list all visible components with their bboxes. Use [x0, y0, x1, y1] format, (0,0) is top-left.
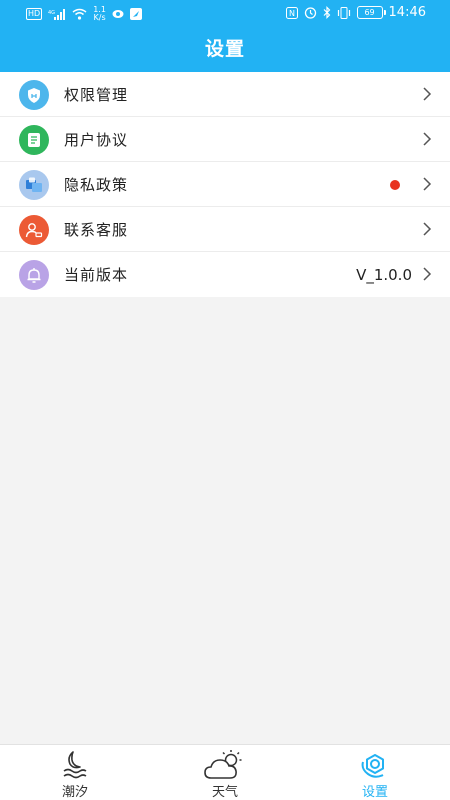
alarm-icon [304, 7, 316, 19]
chevron-right-icon [423, 267, 432, 281]
version-value: V_1.0.0 [356, 265, 412, 284]
tab-weather[interactable]: 天气 [150, 745, 300, 800]
weather-cloud-icon [204, 750, 242, 779]
notification-dot [390, 180, 400, 190]
signal-icon: 4G [48, 8, 66, 20]
shield-icon [19, 80, 49, 110]
document-icon [19, 125, 49, 155]
menu-item-privacy-policy[interactable]: 隐私政策 [0, 162, 450, 207]
header: HD 4G 1.1 K/s N 69 14:46 设置 [0, 0, 450, 72]
menu-item-label: 当前版本 [64, 266, 129, 284]
svg-text:4G: 4G [48, 10, 55, 16]
settings-icon [361, 754, 384, 778]
speed-unit: K/s [93, 13, 106, 22]
settings-list: 权限管理 用户协议 隐私政策 联系客服 当前版本 V_1.0.0 [0, 72, 450, 297]
menu-item-label: 权限管理 [64, 85, 129, 104]
customer-service-icon [19, 215, 49, 245]
chevron-right-icon [423, 87, 432, 101]
network-speed: 1.1 K/s [93, 6, 106, 22]
battery-indicator: 69 [356, 6, 386, 19]
chevron-right-icon [423, 132, 432, 146]
privacy-icon [19, 170, 49, 200]
hd-badge: HD [26, 8, 43, 20]
chevron-right-icon [423, 177, 432, 191]
page-title: 设置 [204, 38, 245, 60]
vibrate-icon [337, 6, 350, 19]
menu-item-permissions[interactable]: 权限管理 [0, 72, 450, 117]
wifi-icon [72, 8, 87, 20]
tide-icon [63, 751, 87, 779]
status-bar: HD 4G 1.1 K/s N 69 14:46 [0, 0, 450, 26]
bottom-tab-bar: 潮汐 天气 设置 [0, 744, 450, 800]
menu-item-label: 隐私政策 [64, 175, 129, 194]
eye-icon [112, 10, 124, 18]
menu-item-user-agreement[interactable]: 用户协议 [0, 117, 450, 162]
svg-text:N: N [289, 9, 295, 18]
menu-item-customer-service[interactable]: 联系客服 [0, 207, 450, 252]
menu-item-label: 用户协议 [64, 130, 129, 149]
menu-item-current-version[interactable]: 当前版本 V_1.0.0 [0, 252, 450, 297]
tab-label: 设置 [361, 785, 388, 800]
tab-label: 潮汐 [61, 785, 88, 800]
nfc-icon: N [285, 6, 298, 19]
menu-item-label: 联系客服 [64, 220, 129, 239]
tab-tide[interactable]: 潮汐 [0, 745, 150, 800]
tab-label: 天气 [211, 785, 238, 800]
chevron-right-icon [423, 222, 432, 236]
location-arrow-icon [129, 8, 142, 20]
tab-settings[interactable]: 设置 [300, 745, 450, 800]
bell-icon [19, 260, 49, 290]
status-time: 14:46 [388, 5, 426, 20]
bluetooth-icon [323, 6, 330, 19]
